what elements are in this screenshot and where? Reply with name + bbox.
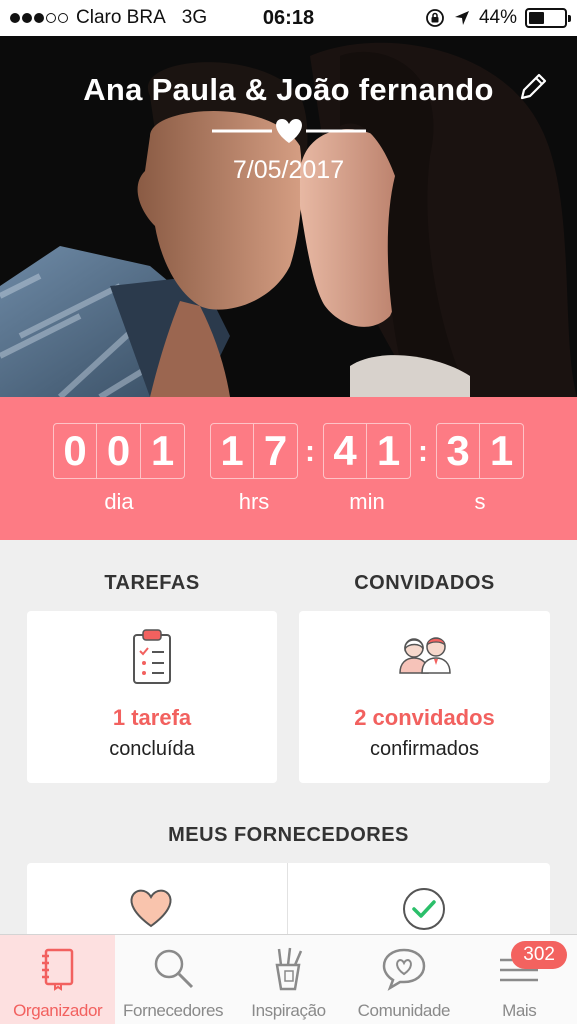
countdown-minutes: 4 1 — [323, 423, 411, 479]
battery-percent: 44% — [478, 7, 517, 28]
minutes-label: min — [349, 489, 385, 514]
notification-badge: 302 — [511, 941, 567, 969]
seconds-label: s — [474, 489, 486, 514]
tab-label: Fornecedores — [123, 1001, 224, 1020]
tasks-card[interactable]: 1 tarefa concluída — [27, 611, 277, 783]
minutes-digit-2: 1 — [367, 423, 411, 479]
days-label: dia — [104, 489, 134, 514]
hired-check-icon[interactable] — [401, 886, 447, 932]
guests-subtitle: confirmados — [370, 738, 479, 760]
tab-organizador[interactable]: Organizador — [0, 935, 116, 1024]
tab-label: Inspiração — [251, 1001, 326, 1020]
guests-card[interactable]: 2 convidados confirmados — [299, 611, 550, 783]
countdown-hours: 1 7 — [210, 423, 298, 479]
tab-label: Organizador — [13, 1001, 103, 1020]
countdown-days: 0 0 1 — [53, 423, 185, 479]
signal-strength-icon — [10, 13, 68, 23]
tab-mais[interactable]: Mais 302 — [462, 935, 577, 1024]
couple-names: Ana Paula & João fernando — [83, 72, 494, 107]
chat-heart-icon — [382, 948, 426, 991]
edit-pencil-icon[interactable] — [516, 70, 550, 104]
favorite-heart-icon[interactable] — [128, 887, 174, 929]
tasks-title: TAREFAS — [104, 572, 200, 594]
checklist-clipboard-icon — [133, 629, 171, 684]
wedding-date: 7/05/2017 — [232, 156, 345, 184]
status-bar: Claro BRA 3G 06:18 44% — [0, 0, 577, 36]
notebook-icon — [41, 948, 73, 991]
tasks-subtitle: concluída — [109, 738, 195, 760]
tab-comunidade[interactable]: Comunidade — [346, 935, 461, 1024]
vendors-title: MEUS FORNECEDORES — [168, 824, 409, 846]
location-arrow-icon — [454, 11, 469, 25]
countdown-separator: : — [305, 435, 315, 468]
heart-divider-icon — [212, 119, 366, 143]
hours-label: hrs — [238, 489, 270, 514]
days-digit-3: 1 — [141, 423, 185, 479]
countdown-panel: 0 0 1 1 7 : 4 1 : 3 1 dia hrs min s — [0, 397, 577, 540]
tab-label: Mais — [502, 1001, 537, 1020]
tasks-count: 1 tarefa — [112, 705, 192, 730]
rotation-lock-icon — [426, 9, 444, 27]
guests-couple-icon — [399, 637, 451, 674]
minutes-digit-1: 4 — [323, 423, 367, 479]
days-digit-2: 0 — [97, 423, 141, 479]
tab-label: Comunidade — [357, 1001, 451, 1020]
tab-fornecedores[interactable]: Fornecedores — [115, 935, 230, 1024]
tab-inspiracao[interactable]: Inspiração — [231, 935, 346, 1024]
seconds-digit-2: 1 — [480, 423, 524, 479]
guests-title: CONVIDADOS — [354, 572, 495, 594]
countdown-seconds: 3 1 — [436, 423, 524, 479]
hours-digit-1: 1 — [210, 423, 254, 479]
search-icon — [154, 949, 194, 989]
bottom-tab-bar: Organizador Fornecedores Inspiração Comu… — [0, 934, 577, 1024]
hours-digit-2: 7 — [254, 423, 298, 479]
seconds-digit-1: 3 — [436, 423, 480, 479]
carrier-name: Claro BRA — [76, 7, 166, 28]
days-digit-1: 0 — [53, 423, 97, 479]
network-type: 3G — [181, 7, 208, 28]
battery-icon — [525, 8, 571, 28]
countdown-separator: : — [418, 435, 428, 468]
guests-count: 2 convidados — [354, 705, 495, 730]
pencil-cup-icon — [275, 947, 303, 991]
couple-header: Ana Paula & João fernando 7/05/2017 — [0, 36, 577, 397]
app-screen: Claro BRA 3G 06:18 44% Ana Paula & João … — [0, 0, 577, 1024]
